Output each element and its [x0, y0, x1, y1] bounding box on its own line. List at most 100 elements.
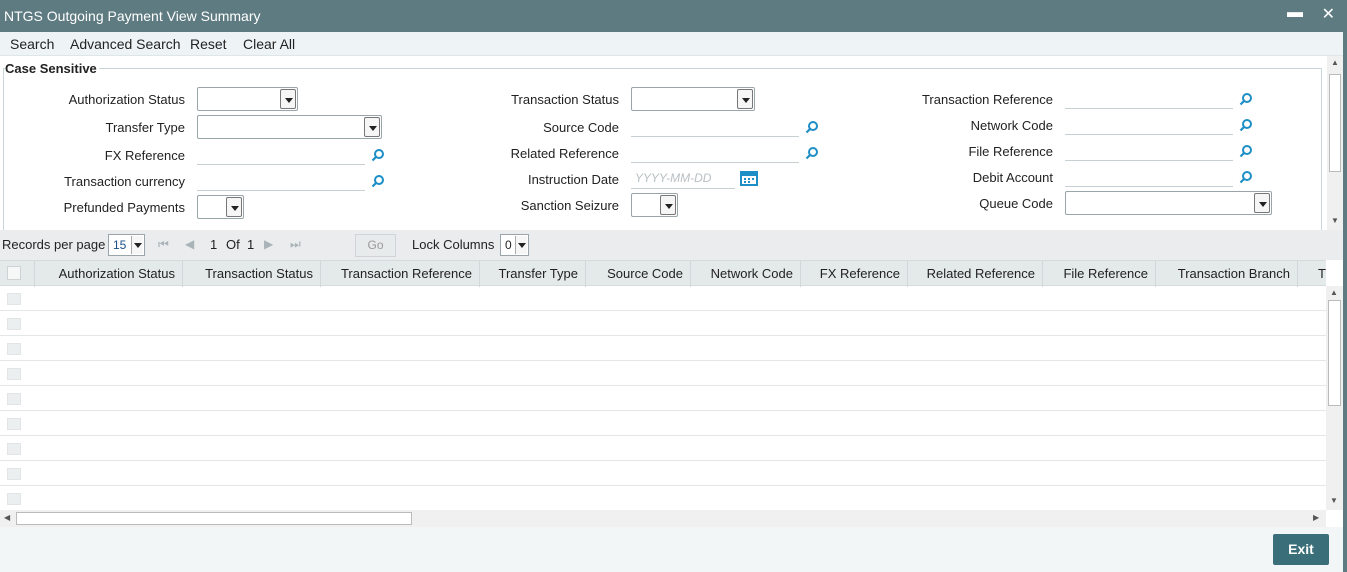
- row-checkbox[interactable]: [7, 468, 21, 480]
- column-header[interactable]: Transaction Branch: [1156, 261, 1298, 287]
- sanction-seizure-label: Sanction Seizure: [520, 198, 619, 213]
- table-row[interactable]: [0, 311, 1326, 336]
- column-header[interactable]: T: [1298, 261, 1326, 287]
- column-header[interactable]: Transfer Type: [480, 261, 586, 287]
- lock-columns-label: Lock Columns: [412, 237, 495, 252]
- column-header[interactable]: Source Code: [586, 261, 691, 287]
- menu-search[interactable]: Search: [10, 36, 54, 52]
- column-header[interactable]: FX Reference: [801, 261, 908, 287]
- lock-columns-select[interactable]: 0: [500, 234, 529, 256]
- search-icon[interactable]: [371, 148, 385, 162]
- transaction-reference-label: Transaction Reference: [921, 92, 1053, 107]
- exit-button[interactable]: Exit: [1273, 534, 1329, 565]
- network-code-input[interactable]: [1065, 113, 1233, 135]
- previous-page-icon[interactable]: ◀: [185, 237, 194, 251]
- scroll-down-icon[interactable]: ▼: [1330, 496, 1338, 505]
- table-row[interactable]: [0, 386, 1326, 411]
- lock-columns-value: 0: [505, 238, 512, 252]
- transfer-type-select[interactable]: [197, 115, 382, 139]
- first-page-icon[interactable]: ⏮: [158, 237, 169, 252]
- next-page-icon[interactable]: ▶: [264, 237, 273, 251]
- authorization-status-label: Authorization Status: [68, 92, 185, 107]
- results-grid: Authorization Status Transaction Status …: [0, 260, 1326, 510]
- row-checkbox[interactable]: [7, 293, 21, 305]
- sanction-seizure-select[interactable]: [631, 193, 678, 217]
- fx-reference-input[interactable]: [197, 143, 365, 165]
- column-header[interactable]: Network Code: [691, 261, 801, 287]
- records-per-page-label: Records per page: [2, 237, 106, 252]
- row-checkbox[interactable]: [7, 318, 21, 330]
- column-header[interactable]: Transaction Reference: [321, 261, 480, 287]
- search-icon[interactable]: [805, 120, 819, 134]
- chevron-down-icon: [515, 236, 527, 254]
- minimize-icon[interactable]: ▬: [1287, 4, 1303, 22]
- current-page: 1: [210, 237, 218, 252]
- search-icon[interactable]: [805, 146, 819, 160]
- transaction-reference-input[interactable]: [1065, 87, 1233, 109]
- last-page-icon[interactable]: ⏭: [290, 237, 301, 252]
- row-checkbox[interactable]: [7, 493, 21, 505]
- records-per-page-value: 15: [113, 238, 127, 252]
- scroll-thumb[interactable]: [16, 512, 412, 525]
- file-reference-input[interactable]: [1065, 139, 1233, 161]
- transaction-currency-input[interactable]: [197, 169, 365, 191]
- chevron-down-icon: [1254, 193, 1270, 213]
- transaction-status-select[interactable]: [631, 87, 755, 111]
- chevron-down-icon: [364, 117, 380, 137]
- calendar-icon[interactable]: [740, 170, 758, 186]
- table-row[interactable]: [0, 461, 1326, 486]
- close-icon[interactable]: ✕: [1322, 6, 1335, 24]
- search-icon[interactable]: [1239, 170, 1253, 184]
- table-row[interactable]: [0, 436, 1326, 461]
- source-code-input[interactable]: [631, 115, 799, 137]
- search-icon[interactable]: [371, 174, 385, 188]
- go-button[interactable]: Go: [355, 234, 396, 257]
- menu-advanced-search[interactable]: Advanced Search: [70, 36, 181, 52]
- queue-code-select[interactable]: [1065, 191, 1272, 215]
- transfer-type-label: Transfer Type: [105, 120, 185, 135]
- prefunded-payments-select[interactable]: [197, 195, 244, 219]
- grid-vertical-scrollbar[interactable]: ▲ ▼: [1326, 286, 1343, 510]
- column-header[interactable]: Transaction Status: [183, 261, 321, 287]
- fx-reference-label: FX Reference: [104, 148, 185, 163]
- scroll-right-icon[interactable]: ▶: [1313, 513, 1319, 522]
- row-checkbox[interactable]: [7, 418, 21, 430]
- search-icon[interactable]: [1239, 92, 1253, 106]
- scroll-down-icon[interactable]: ▼: [1331, 216, 1339, 225]
- of-label: Of: [226, 237, 240, 252]
- chevron-down-icon: [737, 89, 753, 109]
- search-icon[interactable]: [1239, 144, 1253, 158]
- menu-reset[interactable]: Reset: [190, 36, 227, 52]
- related-reference-input[interactable]: [631, 141, 799, 163]
- table-row[interactable]: [0, 486, 1326, 510]
- table-row[interactable]: [0, 336, 1326, 361]
- records-per-page-select[interactable]: 15: [108, 234, 145, 256]
- search-panel-scrollbar[interactable]: ▲ ▼: [1327, 56, 1343, 230]
- related-reference-label: Related Reference: [510, 146, 619, 161]
- row-checkbox[interactable]: [7, 443, 21, 455]
- authorization-status-select[interactable]: [197, 87, 298, 111]
- scroll-thumb[interactable]: [1328, 300, 1341, 406]
- table-row[interactable]: [0, 411, 1326, 436]
- row-checkbox[interactable]: [7, 368, 21, 380]
- scroll-left-icon[interactable]: ◀: [4, 513, 10, 522]
- debit-account-input[interactable]: [1065, 165, 1233, 187]
- column-header[interactable]: Authorization Status: [35, 261, 183, 287]
- scroll-up-icon[interactable]: ▲: [1330, 288, 1338, 297]
- row-checkbox[interactable]: [7, 343, 21, 355]
- queue-code-label: Queue Code: [979, 196, 1053, 211]
- table-row[interactable]: [0, 361, 1326, 386]
- scroll-up-icon[interactable]: ▲: [1331, 58, 1339, 67]
- search-icon[interactable]: [1239, 118, 1253, 132]
- grid-horizontal-scrollbar[interactable]: ◀ ▶: [0, 510, 1326, 527]
- instruction-date-placeholder: YYYY-MM-DD: [635, 171, 712, 185]
- total-pages: 1: [247, 237, 255, 252]
- menu-clear-all[interactable]: Clear All: [243, 36, 295, 52]
- column-header[interactable]: File Reference: [1043, 261, 1156, 287]
- table-row[interactable]: [0, 286, 1326, 311]
- row-checkbox[interactable]: [7, 393, 21, 405]
- network-code-label: Network Code: [970, 118, 1053, 133]
- column-header[interactable]: Related Reference: [908, 261, 1043, 287]
- scroll-thumb[interactable]: [1329, 74, 1341, 172]
- transaction-status-label: Transaction Status: [511, 92, 619, 107]
